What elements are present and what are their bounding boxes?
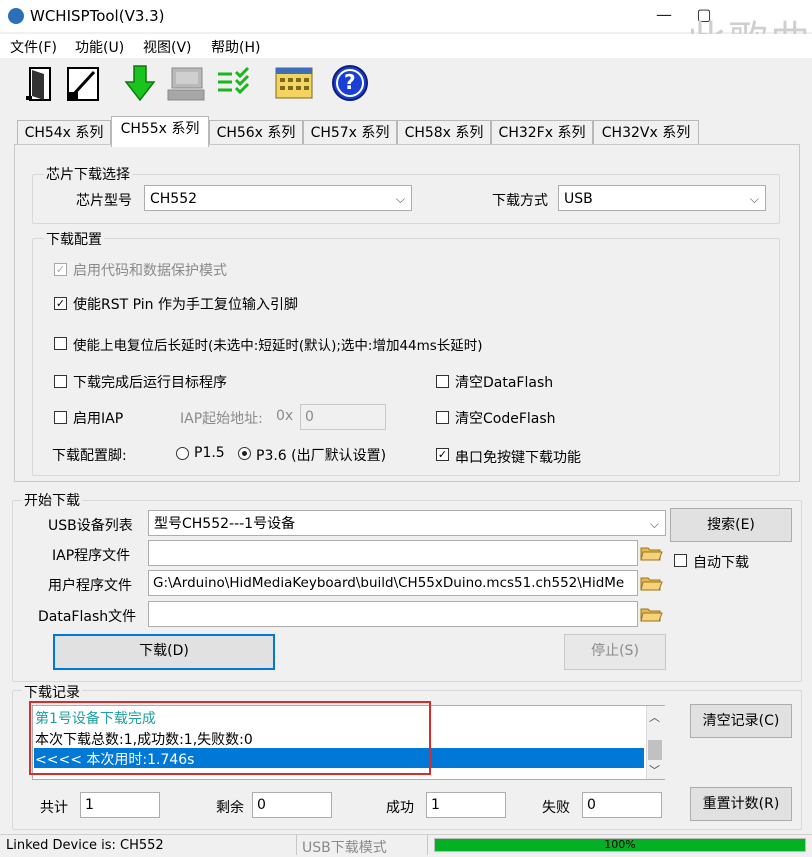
chevron-down-icon: ⌵	[749, 192, 759, 206]
download-arrow-icon[interactable]	[118, 62, 162, 104]
success-label: 成功	[386, 800, 414, 816]
checklist-icon[interactable]	[214, 62, 258, 104]
scroll-thumb[interactable]	[648, 740, 662, 760]
dataflash-file-input[interactable]	[148, 601, 638, 627]
protect-mode-checkbox[interactable]: ✓	[54, 263, 67, 276]
start-download-title: 开始下载	[22, 490, 82, 510]
iap-addr-label: IAP起始地址:	[180, 411, 263, 427]
menu-function[interactable]: 功能(U)	[75, 37, 124, 57]
protect-mode-label: 启用代码和数据保护模式	[73, 263, 227, 279]
chip-model-label: 芯片型号	[76, 193, 132, 209]
clear-dataflash-checkbox[interactable]	[436, 375, 449, 388]
p15-label: P1.5	[194, 445, 225, 461]
chip-model-select[interactable]: CH552 ⌵	[144, 185, 412, 211]
usb-list-label: USB设备列表	[48, 518, 133, 534]
p15-radio[interactable]	[176, 447, 189, 460]
download-method-select[interactable]: USB ⌵	[558, 185, 766, 211]
tab-ch57x[interactable]: CH57x 系列	[303, 120, 397, 145]
serial-no-key-checkbox[interactable]: ✓	[436, 448, 449, 461]
menu-help[interactable]: 帮助(H)	[211, 37, 260, 57]
download-button[interactable]: 下载(D)	[53, 634, 275, 670]
reset-count-button[interactable]: 重置计数(R)	[690, 787, 792, 821]
download-method-label: 下载方式	[492, 193, 548, 209]
download-method-value: USB	[564, 191, 593, 207]
download-config-title: 下载配置	[44, 229, 104, 249]
rst-pin-label: 使能RST Pin 作为手工复位输入引脚	[73, 297, 298, 313]
auto-download-checkbox[interactable]	[674, 554, 687, 567]
usb-device-select[interactable]: 型号CH552---1号设备 ⌵	[148, 510, 666, 536]
calendar-icon[interactable]	[272, 62, 316, 104]
chevron-down-icon: ⌵	[395, 192, 405, 206]
long-delay-label: 使能上电复位后长延时(未选中:短延时(默认);选中:增加44ms长延时)	[73, 338, 483, 354]
remain-label: 剩余	[216, 800, 244, 816]
scroll-down-icon[interactable]: ﹀	[649, 762, 660, 778]
clear-codeflash-checkbox[interactable]	[436, 411, 449, 424]
chip-model-value: CH552	[150, 191, 198, 207]
enable-iap-label: 启用IAP	[73, 411, 124, 427]
long-delay-checkbox[interactable]	[54, 337, 67, 350]
minimize-button[interactable]: —	[644, 0, 684, 32]
menu-view[interactable]: 视图(V)	[143, 37, 192, 57]
progress-bar: 100%	[434, 838, 806, 852]
remain-input[interactable]: 0	[252, 792, 332, 818]
highlight-box	[29, 701, 431, 775]
status-divider	[296, 835, 297, 855]
download-mode-text: USB下载模式	[302, 840, 387, 856]
iap-addr-prefix: 0x	[276, 408, 294, 424]
help-icon[interactable]: ?	[328, 62, 372, 104]
clear-dataflash-label: 清空DataFlash	[455, 375, 554, 391]
total-input[interactable]: 1	[80, 792, 160, 818]
window-title: WCHISPTool(V3.3)	[30, 7, 165, 25]
tab-ch55x[interactable]: CH55x 系列	[111, 116, 209, 147]
tab-ch58x[interactable]: CH58x 系列	[397, 120, 491, 145]
clear-codeflash-label: 清空CodeFlash	[455, 411, 556, 427]
config-pin-label: 下载配置脚:	[52, 448, 127, 464]
total-label: 共计	[40, 800, 68, 816]
app-icon	[8, 8, 24, 24]
chip-select-title: 芯片下载选择	[44, 164, 132, 184]
folder-open-icon[interactable]	[638, 571, 664, 595]
serial-no-key-label: 串口免按键下载功能	[455, 450, 581, 466]
iap-file-input[interactable]	[148, 540, 638, 566]
menu-file[interactable]: 文件(F)	[10, 37, 57, 57]
p36-label: P3.6 (出厂默认设置)	[256, 448, 387, 464]
rst-pin-checkbox[interactable]: ✓	[54, 297, 67, 310]
run-target-checkbox[interactable]	[54, 375, 67, 388]
folder-open-icon[interactable]	[638, 541, 664, 565]
usb-device-value: 型号CH552---1号设备	[154, 516, 296, 532]
success-input[interactable]: 1	[426, 792, 506, 818]
dataflash-file-label: DataFlash文件	[38, 609, 137, 625]
help-glyph: ?	[344, 70, 356, 94]
tab-ch32vx[interactable]: CH32Vx 系列	[593, 120, 699, 145]
chevron-down-icon: ⌵	[649, 517, 659, 531]
scroll-up-icon[interactable]: ︿	[649, 709, 660, 725]
user-file-input[interactable]: G:\Arduino\HidMediaKeyboard\build\CH55xD…	[148, 570, 638, 596]
run-target-label: 下载完成后运行目标程序	[73, 375, 227, 391]
iap-addr-input[interactable]: 0	[300, 404, 386, 430]
folder-open-icon[interactable]	[638, 602, 664, 626]
clear-log-button[interactable]: 清空记录(C)	[690, 704, 792, 738]
fail-label: 失败	[542, 800, 570, 816]
auto-download-label: 自动下载	[693, 555, 749, 571]
iap-file-label: IAP程序文件	[52, 548, 131, 564]
open-door-icon[interactable]	[18, 62, 62, 104]
linked-device-text: Linked Device is: CH552	[6, 838, 164, 853]
status-divider	[427, 835, 428, 855]
search-button[interactable]: 搜索(E)	[670, 508, 792, 542]
tab-ch56x[interactable]: CH56x 系列	[209, 120, 303, 145]
edit-icon[interactable]	[62, 62, 106, 104]
stop-button[interactable]: 停止(S)	[564, 634, 666, 670]
enable-iap-checkbox[interactable]	[54, 411, 67, 424]
computer-icon[interactable]	[164, 62, 208, 104]
download-log-title: 下载记录	[22, 682, 82, 702]
tab-ch32fx[interactable]: CH32Fx 系列	[491, 120, 593, 145]
p36-radio[interactable]	[238, 447, 251, 460]
fail-input[interactable]: 0	[582, 792, 662, 818]
tab-ch54x[interactable]: CH54x 系列	[17, 120, 111, 145]
progress-text: 100%	[604, 838, 636, 851]
user-file-label: 用户程序文件	[48, 578, 132, 594]
